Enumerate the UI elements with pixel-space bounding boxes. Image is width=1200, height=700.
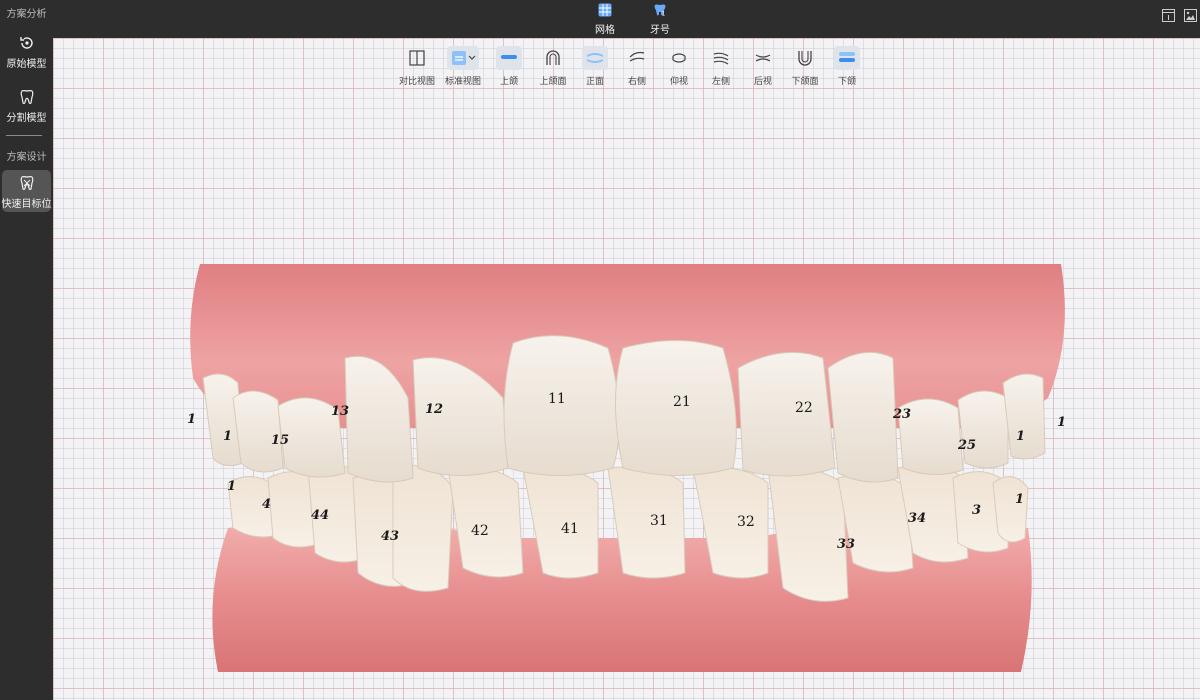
sidebar-item-segmented-model[interactable]: 分割模型 (2, 84, 51, 126)
tab-grid[interactable]: 网格 (585, 0, 625, 38)
tooth-label-21[interactable]: 21 (673, 394, 691, 410)
tooth-label-43[interactable]: 43 (381, 529, 399, 544)
tooth-icon (20, 89, 33, 105)
tooth-label-25[interactable]: 25 (957, 438, 976, 453)
tooth-label-34[interactable]: 34 (908, 511, 926, 526)
rotate-model-icon (19, 37, 33, 49)
info-panel-icon[interactable] (1162, 9, 1175, 22)
dental-model[interactable]: 11 21 12 22 13 23 15 25 41 31 42 32 43 3… (53, 38, 1200, 700)
tooth-label-31[interactable]: 31 (650, 513, 668, 529)
screenshot-icon[interactable] (1184, 9, 1197, 22)
sidebar-item-original-model[interactable]: 原始模型 (2, 30, 51, 72)
sidebar-item-label: 快速目标位 (1, 199, 52, 210)
tab-tooth-number[interactable]: 1 牙号 (640, 0, 680, 38)
tooth-label-15[interactable]: 15 (271, 433, 289, 448)
tooth-label-22[interactable]: 22 (795, 400, 813, 416)
tooth-label-edge: 1 (1057, 415, 1066, 430)
sidebar-item-quick-target[interactable]: 快速目标位 (2, 170, 52, 212)
section-title-design: 方案设计 (6, 152, 47, 163)
tooth-label-edge: 1 (1016, 429, 1025, 444)
tooth-number-icon: 1 (654, 4, 666, 18)
tooth-label-41[interactable]: 41 (561, 521, 579, 537)
sidebar-item-label: 原始模型 (6, 59, 47, 70)
tooth-label-edge: 1 (227, 479, 236, 494)
section-title-analysis: 方案分析 (6, 9, 47, 20)
tooth-label-42[interactable]: 42 (471, 523, 489, 539)
tooth-label-edge: 1 (1015, 492, 1024, 507)
tooth-label-edge: 1 (223, 429, 232, 444)
tab-label: 网格 (595, 25, 615, 36)
tooth-label-11[interactable]: 11 (548, 391, 566, 407)
tooth-label-23[interactable]: 23 (892, 407, 911, 422)
tooth-label-13[interactable]: 13 (331, 404, 349, 419)
sidebar-divider (6, 135, 42, 136)
tooth-label-edge: 4 (262, 497, 271, 512)
tooth-label-33[interactable]: 33 (837, 537, 855, 552)
sidebar-item-label: 分割模型 (6, 113, 47, 124)
grid-icon (598, 3, 612, 17)
tooth-label-edge: 3 (972, 503, 981, 518)
tooth-label-32[interactable]: 32 (737, 514, 755, 530)
3d-viewport[interactable]: 对比视图 标准视图 上颌 上颌面 正面 右侧 仰视 左侧 后视 下颌面 下颌 1… (53, 38, 1200, 700)
tooth-target-icon (20, 175, 33, 191)
svg-text:1: 1 (662, 11, 666, 18)
tooth-label-44[interactable]: 44 (311, 508, 329, 523)
tooth-label-12[interactable]: 12 (425, 402, 443, 417)
sidebar: 方案分析 原始模型 分割模型 方案设计 快速目标位 (0, 0, 53, 700)
tooth-label-edge: 1 (187, 412, 196, 427)
top-bar: 网格 1 牙号 (53, 0, 1200, 38)
tab-label: 牙号 (650, 25, 670, 36)
